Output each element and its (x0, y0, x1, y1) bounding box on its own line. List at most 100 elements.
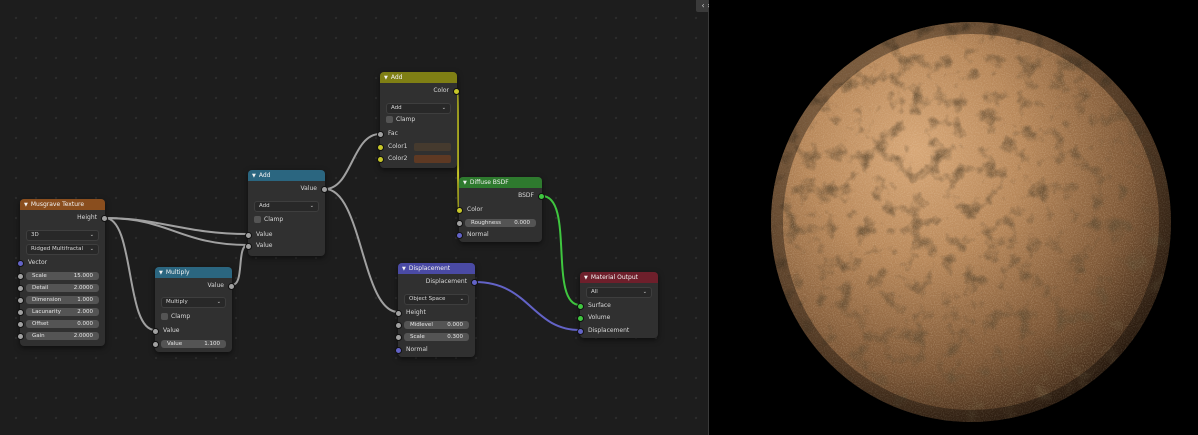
node-header[interactable]: ▼ Add (380, 72, 457, 83)
material-output-node[interactable]: ▼ Material Output All ⌄ Surface Volume Dis… (577, 272, 658, 338)
link-height-to-add-value1[interactable] (104, 217, 249, 235)
output-socket[interactable] (101, 215, 108, 222)
dimensions-dropdown[interactable]: 3D ⌄ (26, 230, 99, 241)
link-height-to-multiply-value[interactable] (104, 217, 156, 331)
multiply-math-node[interactable]: ▼ Multiply Value Multiply ⌄ Clamp Value Va… (152, 267, 235, 352)
input-socket[interactable] (152, 328, 159, 335)
output-socket[interactable] (321, 186, 328, 193)
input-socket[interactable] (395, 334, 402, 341)
output-socket[interactable] (228, 283, 235, 290)
input-socket[interactable] (377, 156, 384, 163)
dropdown-value: Multiply (166, 299, 188, 305)
scale-field[interactable]: Scale 0.300 (404, 332, 469, 341)
input-label: Value (256, 231, 273, 238)
node-header[interactable]: ▼ Add (248, 170, 325, 181)
node-header[interactable]: ▼ Material Output (580, 272, 658, 283)
node-header[interactable]: ▼ Multiply (155, 267, 232, 278)
collapse-caret-icon[interactable]: ▼ (584, 273, 588, 283)
detail-row: Detail 2.0000 (17, 283, 105, 292)
type-dropdown[interactable]: Ridged Multifractal ⌄ (26, 244, 99, 255)
link-diffuse-to-output-surface[interactable] (541, 195, 581, 306)
link-multiply-to-add-value2[interactable] (231, 244, 249, 286)
clamp-checkbox[interactable] (386, 116, 393, 123)
input-socket[interactable] (17, 260, 24, 267)
add-math-node[interactable]: ▼ Add Value Add ⌄ Clamp Value Value (245, 170, 328, 256)
add-mix-color-node[interactable]: ▼ Add Color Add ⌄ Clamp Fac Color1 Color… (377, 72, 460, 168)
operation-dropdown[interactable]: Multiply ⌄ (161, 297, 226, 308)
input-socket[interactable] (17, 309, 24, 316)
input-socket[interactable] (395, 347, 402, 354)
node-header[interactable]: ▼ Displacement (398, 263, 475, 274)
clamp-checkbox[interactable] (254, 216, 261, 223)
input-socket[interactable] (377, 144, 384, 151)
link-add-to-mix-fac[interactable] (324, 133, 381, 190)
input-socket[interactable] (577, 303, 584, 310)
input-socket[interactable] (17, 321, 24, 328)
output-height-row: Height (20, 213, 108, 222)
collapse-caret-icon[interactable]: ▼ (402, 264, 406, 274)
input-socket[interactable] (456, 232, 463, 239)
midlevel-field[interactable]: Midlevel 0.000 (404, 320, 469, 329)
dropdown-value: All (591, 289, 598, 295)
value-field[interactable]: Value 1.100 (161, 339, 226, 348)
input-socket[interactable] (17, 297, 24, 304)
input-socket[interactable] (577, 315, 584, 322)
link-displacement-to-output-displacement[interactable] (474, 281, 581, 331)
collapse-caret-icon[interactable]: ▼ (463, 178, 467, 188)
field-value: 0.000 (77, 320, 93, 327)
diffuse-bsdf-node[interactable]: ▼ Diffuse BSDF BSDF Color Roughness 0.000 … (456, 177, 545, 242)
input-socket[interactable] (377, 131, 384, 138)
field-value: 1.000 (77, 296, 93, 303)
color2-swatch[interactable] (414, 154, 451, 163)
collapse-caret-icon[interactable]: ▼ (384, 73, 388, 83)
detail-field[interactable]: Detail 2.0000 (26, 283, 99, 292)
input-socket[interactable] (395, 322, 402, 329)
musgrave-texture-node[interactable]: ▼ Musgrave Texture Height 3D ⌄ Ridged Mult… (17, 199, 108, 346)
node-title: Multiply (165, 269, 190, 276)
color1-swatch[interactable] (414, 142, 451, 151)
scale-field[interactable]: Scale 15.000 (26, 271, 99, 280)
output-socket[interactable] (453, 88, 460, 95)
output-socket[interactable] (538, 193, 545, 200)
input-socket[interactable] (17, 333, 24, 340)
gain-field[interactable]: Gain 2.0000 (26, 331, 99, 340)
output-socket[interactable] (471, 279, 478, 286)
field-value: 0.000 (514, 219, 530, 226)
input-socket[interactable] (152, 341, 159, 348)
input-socket[interactable] (17, 285, 24, 292)
output-label: Value (300, 185, 317, 192)
shader-node-editor[interactable]: ▼ Musgrave Texture Height 3D ⌄ Ridged Mult… (0, 0, 708, 435)
node-header[interactable]: ▼ Musgrave Texture (20, 199, 105, 210)
input-socket[interactable] (456, 220, 463, 227)
chevron-down-icon: ⌄ (441, 105, 446, 111)
field-value: 15.000 (73, 272, 93, 279)
field-name: Roughness (471, 219, 502, 226)
input-socket[interactable] (395, 310, 402, 317)
blend-type-dropdown[interactable]: Add ⌄ (386, 103, 451, 114)
input-socket[interactable] (245, 232, 252, 239)
offset-field[interactable]: Offset 0.000 (26, 319, 99, 328)
input-label: Surface (588, 302, 611, 309)
target-dropdown[interactable]: All ⌄ (586, 287, 652, 298)
input-socket[interactable] (17, 273, 24, 280)
input-socket[interactable] (456, 207, 463, 214)
node-header[interactable]: ▼ Diffuse BSDF (459, 177, 542, 188)
space-dropdown[interactable]: Object Space ⌄ (404, 294, 469, 305)
lacunarity-field[interactable]: Lacunarity 2.000 (26, 307, 99, 316)
roughness-field[interactable]: Roughness 0.000 (465, 218, 536, 227)
operation-dropdown[interactable]: Add ⌄ (254, 201, 319, 212)
link-height-to-add-value2[interactable] (104, 217, 249, 246)
input-label: Vector (28, 259, 48, 266)
clamp-checkbox[interactable] (161, 313, 168, 320)
input-fac-row: Fac (377, 129, 457, 138)
displacement-node[interactable]: ▼ Displacement Displacement Object Space ⌄… (395, 263, 478, 357)
input-label: Volume (588, 314, 611, 321)
input-socket[interactable] (245, 243, 252, 250)
link-add-to-displacement-height[interactable] (324, 188, 399, 313)
input-socket[interactable] (577, 328, 584, 335)
collapse-caret-icon[interactable]: ▼ (252, 171, 256, 181)
collapse-caret-icon[interactable]: ▼ (159, 268, 163, 278)
collapse-caret-icon[interactable]: ▼ (24, 200, 28, 210)
material-preview-viewport[interactable] (709, 0, 1198, 435)
dimension-field[interactable]: Dimension 1.000 (26, 295, 99, 304)
